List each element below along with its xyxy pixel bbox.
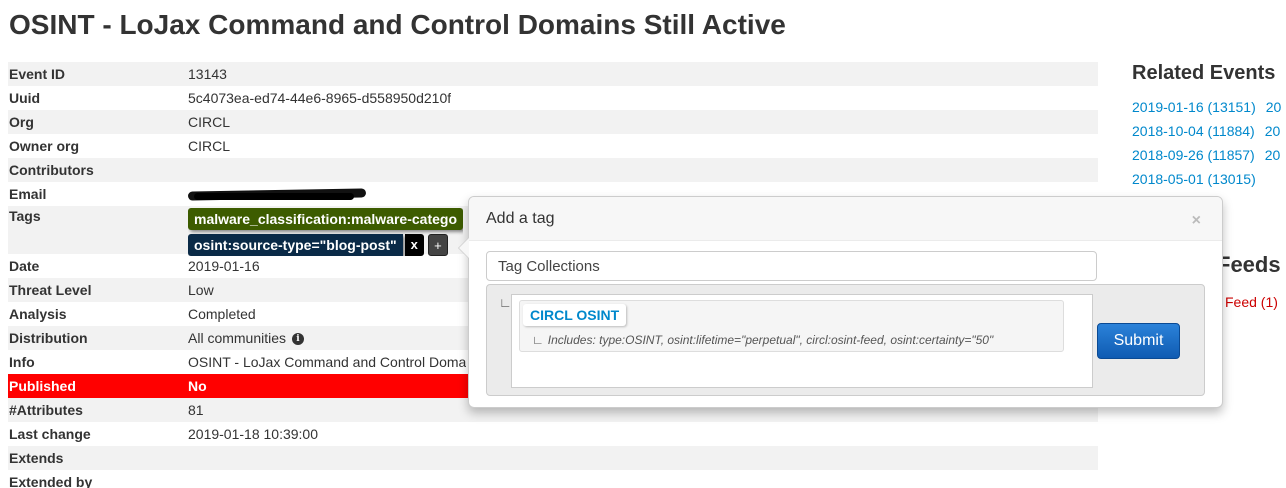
value-date: 2019-01-16 — [188, 258, 260, 274]
info-icon[interactable]: i — [291, 333, 304, 346]
add-tag-button[interactable]: + — [427, 234, 448, 256]
label-extends: Extends — [9, 450, 64, 466]
tag-collection-list[interactable]: CIRCL OSINT ∟ Includes: type:OSINT, osint… — [511, 294, 1093, 388]
feeds-heading: Feeds — [1217, 252, 1281, 277]
label-analysis: Analysis — [9, 306, 67, 322]
popover-header: Add a tag × — [469, 197, 1222, 241]
label-date: Date — [9, 258, 40, 274]
value-uuid: 5c4073ea-ed74-44e6-8965-d558950d210f — [188, 90, 452, 106]
row-uuid: Uuid 5c4073ea-ed74-44e6-8965-d558950d210… — [8, 86, 1098, 110]
remove-tag-button[interactable]: x — [404, 234, 424, 256]
tag-list: malware_classification:malware-catego os… — [188, 208, 464, 256]
tag-malware-classification[interactable]: malware_classification:malware-catego — [188, 208, 464, 230]
collection-item[interactable]: CIRCL OSINT ∟ Includes: type:OSINT, osint… — [519, 300, 1064, 352]
org-link[interactable]: CIRCL — [188, 114, 230, 130]
value-distribution: All communities — [188, 330, 287, 346]
value-event-id: 13143 — [188, 66, 227, 82]
row-contributors: Contributors — [8, 158, 1098, 182]
tree-corner-icon: ∟ — [499, 295, 512, 310]
related-event-item[interactable]: 2018-10-04 (11884) 20 — [1132, 123, 1286, 147]
row-extends: Extends — [8, 446, 1098, 470]
label-org: Org — [9, 114, 34, 130]
label-contributors: Contributors — [9, 162, 94, 178]
related-event-item[interactable]: 2019-01-16 (13151) 20 — [1132, 99, 1286, 123]
label-tags: Tags — [9, 208, 41, 224]
label-uuid: Uuid — [9, 90, 41, 106]
value-distribution-wrap: All communities i — [188, 330, 304, 346]
value-published: No — [188, 378, 207, 394]
value-attributes: 81 — [188, 402, 204, 418]
value-analysis: Completed — [188, 306, 256, 322]
label-info: Info — [9, 354, 35, 370]
value-threat-level: Low — [188, 282, 214, 298]
label-threat-level: Threat Level — [9, 282, 92, 298]
label-owner-org: Owner org — [9, 138, 80, 154]
add-tag-popover: Add a tag × Tag Collections ∟ CIRCL OSIN… — [458, 196, 1223, 408]
label-extended-by: Extended by — [9, 474, 93, 488]
label-event-id: Event ID — [9, 66, 66, 82]
tag-osint-source-type[interactable]: osint:source-type="blog-post" — [188, 234, 403, 256]
row-org: Org CIRCL — [8, 110, 1098, 134]
collection-description: ∟ Includes: type:OSINT, osint:lifetime="p… — [532, 333, 994, 347]
submit-button[interactable]: Submit — [1097, 323, 1180, 359]
tag-picker-panel: ∟ CIRCL OSINT ∟ Includes: type:OSINT, osi… — [486, 284, 1205, 396]
related-event-item[interactable]: 2018-09-26 (11857) 20 — [1132, 147, 1286, 171]
label-email: Email — [9, 186, 47, 202]
tag-collections-select[interactable]: Tag Collections — [486, 251, 1097, 281]
close-icon[interactable]: × — [1192, 212, 1201, 230]
label-attributes: #Attributes — [9, 402, 83, 418]
value-last-change: 2019-01-18 10:39:00 — [188, 426, 318, 442]
label-distribution: Distribution — [9, 330, 88, 346]
row-event-id: Event ID 13143 — [8, 62, 1098, 86]
page-title: OSINT - LoJax Command and Control Domain… — [9, 9, 786, 40]
label-last-change: Last change — [9, 426, 91, 442]
row-extended-by: Extended by — [8, 470, 1098, 488]
value-email-redacted — [188, 186, 368, 203]
label-published: Published — [9, 378, 76, 394]
redaction-scribble — [188, 187, 368, 202]
row-owner-org: Owner org CIRCL — [8, 134, 1098, 158]
popover-arrow — [458, 237, 469, 259]
related-event-item[interactable]: 2018-05-01 (13015) — [1132, 171, 1286, 195]
popover-title: Add a tag — [486, 210, 555, 227]
owner-org-link[interactable]: CIRCL — [188, 138, 230, 154]
feed-link[interactable]: Feed (1) — [1225, 294, 1278, 310]
row-last-change: Last change 2019-01-18 10:39:00 — [8, 422, 1098, 446]
related-events-heading: Related Events — [1132, 62, 1276, 84]
collection-name[interactable]: CIRCL OSINT — [523, 304, 627, 326]
tree-corner-icon: ∟ — [532, 333, 544, 347]
value-info: OSINT - LoJax Command and Control Doma — [188, 354, 467, 370]
